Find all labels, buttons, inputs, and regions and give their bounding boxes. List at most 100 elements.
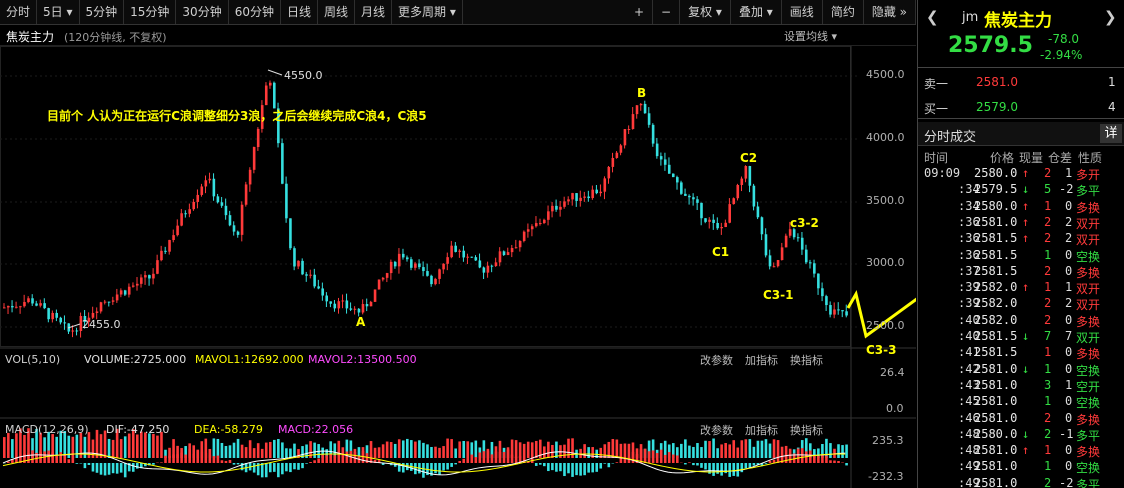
period-tab-0[interactable]: 分时 xyxy=(0,0,38,24)
macd-edit-params-button[interactable]: 改参数 xyxy=(700,422,733,438)
macd-bar xyxy=(321,454,324,463)
period-tab-5[interactable]: 60分钟 xyxy=(229,0,281,24)
tool-button-1[interactable]: − xyxy=(653,0,681,24)
candle-body xyxy=(47,308,50,320)
vol-edit-params-button[interactable]: 改参数 xyxy=(700,352,733,368)
volume-bar xyxy=(385,441,389,458)
tick-volume: 2 xyxy=(1044,214,1052,229)
macd-bar xyxy=(506,449,510,463)
volume-bar xyxy=(381,444,385,458)
chart-area[interactable]: 目前个 人认为正在运行C浪调整细分3浪，之后会继续完成C浪4，C浪5 4550.… xyxy=(0,46,947,488)
candle-body xyxy=(200,186,204,195)
set-ma-button[interactable]: 设置均线 ▾ xyxy=(784,28,837,44)
period-tab-3[interactable]: 15分钟 xyxy=(124,0,177,24)
volume-bar xyxy=(268,441,272,458)
period-tab-2[interactable]: 5分钟 xyxy=(80,0,125,24)
tick-row: :39 2582.0 ↑ 1 1 双开 xyxy=(918,280,1124,297)
macd-bar xyxy=(224,460,228,463)
tick-row: :41 2581.5 1 0 多换 xyxy=(918,345,1124,362)
macd-bar xyxy=(422,463,425,478)
period-tab-6[interactable]: 日线 xyxy=(281,0,318,24)
bid-label: 买一 xyxy=(924,102,949,116)
candle-body xyxy=(426,271,429,276)
volume-bar xyxy=(829,443,832,458)
macd-bar xyxy=(212,456,216,463)
macd-bar xyxy=(696,463,699,466)
tool-button-6[interactable]: 隐藏 » xyxy=(864,0,916,24)
vol-add-indicator-button[interactable]: 加指标 xyxy=(745,352,778,368)
macd-dif: DIF:-47.250 xyxy=(106,423,170,436)
volume-bar xyxy=(111,439,115,458)
tick-arrow: ↑ xyxy=(1022,280,1030,295)
candle-body xyxy=(680,182,683,194)
next-symbol-icon[interactable]: ❯ xyxy=(1104,8,1117,26)
candle-body xyxy=(341,300,345,302)
tool-button-4[interactable]: 画线 xyxy=(782,0,823,24)
macd-add-indicator-button[interactable]: 加指标 xyxy=(745,422,778,438)
candle-body xyxy=(454,245,457,252)
period-tab-4[interactable]: 30分钟 xyxy=(176,0,229,24)
macd-bar xyxy=(87,463,91,465)
vol-volume: VOLUME:2725.000 xyxy=(84,353,187,366)
tick-position-change: 0 xyxy=(1065,312,1073,327)
macd-bar xyxy=(599,463,603,469)
tool-button-0[interactable]: + xyxy=(626,0,654,24)
candle-body xyxy=(232,225,236,232)
macd-bar xyxy=(252,463,256,473)
candle-body xyxy=(59,317,63,323)
candle-body xyxy=(490,265,494,267)
volume-bar xyxy=(414,441,417,458)
candle-body xyxy=(240,204,244,235)
candle-body xyxy=(643,103,647,114)
candle-body xyxy=(119,290,123,295)
candle-body xyxy=(297,260,300,267)
tick-row: :40 2581.5 ↓ 7 7 双开 xyxy=(918,329,1124,346)
tick-price: 2581.0 xyxy=(974,214,1018,229)
ticks-title: 分时成交 xyxy=(924,130,977,145)
candle-body xyxy=(248,169,252,185)
macd-change-indicator-button[interactable]: 换指标 xyxy=(790,422,823,438)
macd-bar xyxy=(490,454,494,463)
candle-body xyxy=(804,249,808,263)
macd-bar xyxy=(784,455,788,463)
prev-symbol-icon[interactable]: ❮ xyxy=(926,8,939,26)
candle-body xyxy=(728,204,731,223)
macd-bar xyxy=(728,463,731,477)
volume-bar xyxy=(277,439,280,458)
candle-body xyxy=(817,273,820,289)
macd-bar xyxy=(75,463,79,464)
period-tab-8[interactable]: 月线 xyxy=(355,0,393,24)
tick-nature: 空开 xyxy=(1076,379,1101,394)
col-position-change: 仓差 xyxy=(1048,151,1073,165)
period-tab-7[interactable]: 周线 xyxy=(318,0,356,24)
volume-bar xyxy=(220,442,224,458)
tool-button-5[interactable]: 简约 xyxy=(823,0,864,24)
volume-bar xyxy=(752,446,756,458)
tool-button-2[interactable]: 复权 ▾ xyxy=(680,0,731,24)
candle-body xyxy=(43,303,46,309)
period-tab-9[interactable]: 更多周期 ▾ xyxy=(392,0,463,24)
vol-change-indicator-button[interactable]: 换指标 xyxy=(790,352,823,368)
tick-volume: 1 xyxy=(1044,280,1052,295)
macd-bar xyxy=(817,456,820,463)
detail-button[interactable]: 详 xyxy=(1100,124,1122,143)
tick-volume: 7 xyxy=(1044,329,1052,343)
macd-bar xyxy=(667,452,671,463)
candle-body xyxy=(502,251,506,256)
tick-row: :45 2581.0 1 0 空换 xyxy=(918,394,1124,411)
candle-body xyxy=(75,330,79,332)
candle-body xyxy=(422,267,425,272)
ask-volume: 1 xyxy=(1108,75,1116,89)
macd-bar xyxy=(825,455,828,463)
macd-bar xyxy=(285,463,288,472)
tick-volume: 1 xyxy=(1044,247,1052,262)
ticks-columns: 时间 价格 现量 仓差 性质 xyxy=(918,148,1124,166)
macd-bar xyxy=(534,463,538,466)
macd-bar xyxy=(438,463,441,475)
candle-body xyxy=(486,265,490,273)
tool-button-3[interactable]: 叠加 ▾ xyxy=(731,0,782,24)
volume-bar xyxy=(458,441,461,458)
tick-price: 2579.5 xyxy=(974,182,1018,197)
candle-body xyxy=(696,199,699,203)
period-tab-1[interactable]: 5日 ▾ xyxy=(37,0,80,24)
